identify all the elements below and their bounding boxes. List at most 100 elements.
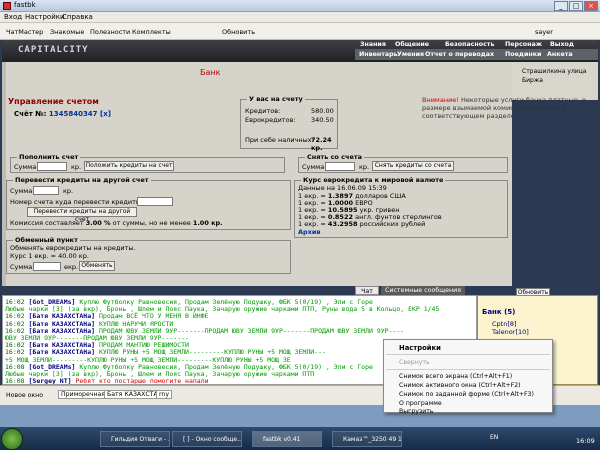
nav-profile[interactable]: Анкета (547, 51, 573, 58)
nav-skills[interactable]: Умения (397, 51, 424, 58)
transfer-box: Перевести кредиты на другой счет Сумма к… (6, 176, 291, 230)
language-indicator[interactable]: EN (490, 434, 498, 441)
menu-item-screenshot-active[interactable]: Снимок активного окна (Ctrl+Alt+F2) (399, 382, 521, 389)
chat-time: 16:08 (5, 377, 25, 385)
menu-separator (386, 369, 550, 370)
credits-value: 580.00 (311, 107, 334, 115)
transfer-unit: кр. (63, 187, 74, 195)
menu-separator (386, 354, 550, 355)
app-toolbar: ЧатМастер Знакомые Полезности Комплекты … (0, 23, 600, 40)
rate-left: 1 екр. = (298, 220, 326, 228)
tab-system-messages[interactable]: Системные сообщения (381, 286, 465, 295)
withdraw-button[interactable]: Снять кредиты со счета (372, 161, 454, 171)
game-nav-sub: Инвентарь Умения Отчет о переводах Поеди… (355, 49, 598, 60)
nav-inventory[interactable]: Инвентарь (359, 51, 398, 58)
taskbar-item[interactable]: fastbk v0.41 (252, 431, 322, 447)
withdraw-amount-input[interactable] (325, 162, 355, 171)
menu-item-screenshot-full[interactable]: Снимок всего экрана (Ctrl+Alt+F1) (399, 373, 512, 380)
rate-currency: российских рублей (359, 220, 426, 228)
nav-transfer-report[interactable]: Отчет о переводах (425, 51, 494, 58)
rates-date: Данные на 16.06.09 15:39 (298, 184, 387, 192)
withdraw-unit: кр. (359, 163, 370, 171)
location-street[interactable]: Страшилкина улица (522, 68, 586, 75)
transfer-commission: Комиссия составляет 3.00 % от суммы, но … (10, 219, 223, 227)
withdraw-sum-label: Сумма (302, 163, 325, 171)
rates-archive-link[interactable]: Архив (298, 228, 321, 236)
page-title: Банк (200, 68, 221, 77)
menu-item-minimize[interactable]: Свернуть (399, 359, 430, 366)
new-window-button[interactable]: Новое окно (6, 392, 43, 399)
menu-item-unload[interactable]: Выгрузить (399, 408, 434, 415)
taskbar-item[interactable]: Камаз™_3250 49 16 (332, 431, 402, 447)
menubar: Вход Настройки Справка (0, 12, 600, 23)
nav-communication[interactable]: Общение (395, 41, 429, 48)
exchange-amount-input[interactable] (33, 262, 61, 271)
deposit-sum-label: Сумма (14, 163, 37, 171)
chat-nick[interactable]: [Sergey_NT] (29, 377, 72, 384)
commission-mid: от суммы, но не менее (112, 219, 191, 227)
menu-item-settings[interactable]: Настройки (399, 344, 441, 352)
account-number: 1345840347 (48, 110, 98, 118)
location-panel: Страшилкина улица Биржа (512, 62, 598, 100)
user-item[interactable]: Talenor[10] (492, 328, 529, 336)
account-close-link[interactable]: [x] (100, 110, 111, 118)
tab-chat[interactable]: Чат (355, 286, 379, 295)
cash-label: При себе наличных: (245, 136, 314, 144)
menu-settings[interactable]: Настройки (25, 13, 65, 21)
exchange-unit: екр. (64, 263, 79, 271)
eurocredits-value: 340.50 (311, 116, 334, 124)
transfer-button[interactable]: Перевести кредиты на другой счет (27, 207, 137, 223)
menu-login[interactable]: Вход (4, 13, 22, 21)
nav-exit[interactable]: Выход (550, 41, 574, 48)
private-tab[interactable]: rny (156, 390, 173, 399)
withdraw-box: Снять со счета Сумма кр. Снять кредиты с… (298, 153, 508, 173)
cash-value: 72.24 кр. (311, 136, 332, 152)
nav-knowledge[interactable]: Знания (360, 41, 386, 48)
menu-help[interactable]: Справка (62, 13, 93, 21)
exchange-title: Обменный пункт (13, 236, 80, 244)
nav-character[interactable]: Персонаж (505, 41, 542, 48)
nav-security[interactable]: Безопасность (445, 41, 494, 48)
user-item[interactable]: Cptn[8] (492, 320, 517, 328)
credits-label: Кредитов: (245, 107, 281, 115)
menu-item-screenshot-shape[interactable]: Снимок по заданной форме (Ctrl+Alt+F3) (399, 391, 534, 398)
deposit-button[interactable]: Положить кредиты на счет (84, 161, 174, 171)
toolbar-kits[interactable]: Комплекты (132, 28, 171, 36)
taskbar: Гильдия Отваги - ... [ ] - Окно сообще..… (0, 427, 600, 450)
exchange-sum-label: Сумма (10, 263, 33, 271)
account-info: Счёт №: 1345840347 [x] (14, 110, 111, 118)
toolbar-chatmaster[interactable]: ЧатМастер (6, 28, 43, 36)
deposit-title: Пополнить счет (17, 153, 81, 161)
commission-min: 1.00 кр. (192, 219, 223, 227)
window-title: fastbk (14, 1, 36, 9)
close-button[interactable]: × (584, 1, 598, 11)
account-management-title: Управление счетом (8, 97, 99, 106)
start-button[interactable] (1, 428, 23, 450)
transfer-amount-input[interactable] (33, 186, 59, 195)
taskbar-clock: 16:09 (576, 437, 595, 445)
bank-warning: Внимание! Некоторые услуги банка платные… (422, 96, 600, 120)
deposit-amount-input[interactable] (37, 162, 67, 171)
transfer-sum-label: Сумма (10, 187, 33, 195)
transfer-title: Перевести кредиты на другой счет (13, 176, 151, 184)
chat-tabs: Чат Системные сообщения (355, 286, 485, 295)
deposit-unit: кр. (71, 163, 82, 171)
taskbar-item[interactable]: [ ] - Окно сообще... (172, 431, 242, 447)
minimize-button[interactable]: _ (554, 1, 568, 11)
nav-battles[interactable]: Поединки (505, 51, 541, 58)
toolbar-refresh[interactable]: Обновить (222, 28, 255, 36)
transfer-target-input[interactable] (137, 197, 173, 206)
eurocredits-label: Еврокредитов: (245, 116, 296, 124)
taskbar-item[interactable]: Гильдия Отваги - ... (100, 431, 170, 447)
room-title: Банк (5) (482, 308, 516, 316)
toolbar-friends[interactable]: Знакомые (50, 28, 84, 36)
maximize-button[interactable]: □ (569, 1, 583, 11)
rates-title: Курс еврокредита к мировой валюте (301, 176, 446, 184)
chat-message: Ребят кто постарше помогите напали (75, 377, 209, 385)
toolbar-utilities[interactable]: Полезности (90, 28, 130, 36)
chat-line: 16:08 [Sergey_NT] Ребят кто постарше пом… (5, 377, 209, 385)
location-exchange[interactable]: Биржа (522, 77, 543, 84)
exchange-button[interactable]: Обменять (79, 261, 115, 271)
menu-item-about[interactable]: О программе (399, 400, 442, 407)
exchange-rate: Курс 1 екр. = 40.00 кр. (10, 252, 89, 260)
